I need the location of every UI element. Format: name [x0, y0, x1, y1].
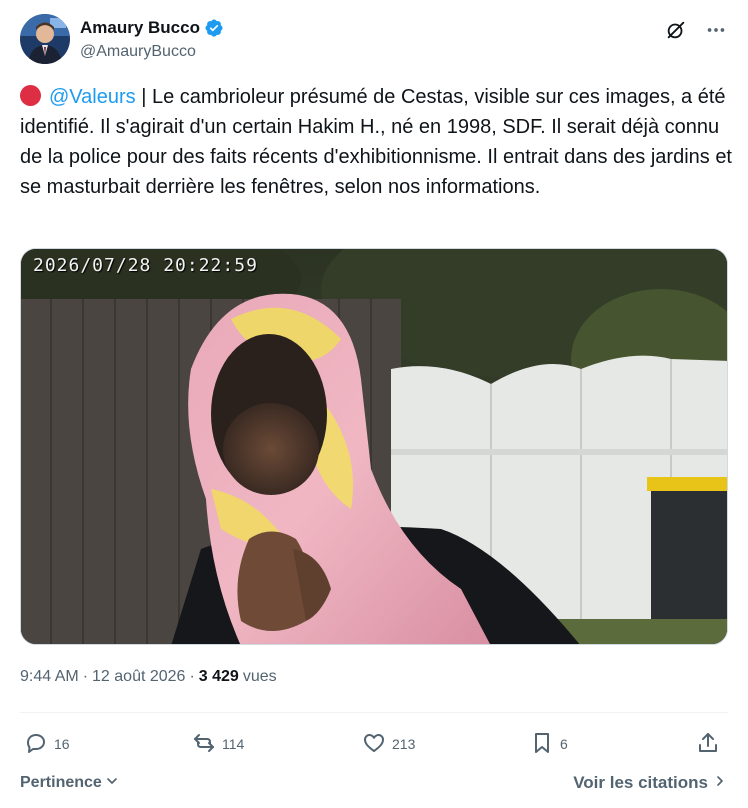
meta-separator: · — [189, 668, 195, 685]
reply-count: 16 — [54, 736, 70, 752]
verified-badge-icon — [204, 18, 224, 38]
like-count: 213 — [392, 736, 416, 752]
view-quotes-link[interactable]: Voir les citations — [573, 773, 728, 794]
like-button[interactable]: 213 — [362, 724, 415, 764]
share-button[interactable] — [696, 724, 720, 764]
red-circle-emoji — [20, 85, 41, 106]
bookmark-count: 6 — [560, 736, 568, 752]
avatar[interactable] — [20, 14, 70, 64]
share-icon — [696, 731, 720, 758]
like-icon — [362, 731, 386, 758]
repost-button[interactable]: 114 — [192, 724, 244, 764]
chevron-down-icon — [104, 773, 120, 794]
tweet-photo[interactable]: 2026/07/28 20:22:59 — [20, 248, 728, 645]
reply-button[interactable]: 16 — [24, 724, 70, 764]
tweet-header: Amaury Bucco @AmauryBucco — [20, 14, 728, 66]
tweet-meta: 9:44 AM · 12 août 2026 · 3 429 vues — [20, 668, 277, 686]
repost-icon — [192, 731, 216, 758]
mention-link[interactable]: @Valeurs — [49, 86, 136, 108]
quotes-label: Voir les citations — [573, 773, 708, 792]
tweet-date[interactable]: 12 août 2026 — [92, 668, 185, 686]
bookmark-button[interactable]: 6 — [530, 724, 568, 764]
action-bar: 16 114 213 6 — [20, 724, 728, 764]
sort-dropdown[interactable]: Pertinence — [20, 773, 120, 794]
tweet-time[interactable]: 9:44 AM — [20, 668, 79, 686]
tweet-text: @Valeurs | Le cambrioleur présumé de Ces… — [20, 82, 732, 202]
sort-label: Pertinence — [20, 774, 102, 791]
camera-timestamp: 2026/07/28 20:22:59 — [33, 255, 258, 276]
divider — [20, 712, 728, 713]
views-label: vues — [242, 668, 277, 685]
grok-icon[interactable] — [664, 18, 688, 42]
display-name[interactable]: Amaury Bucco — [80, 18, 200, 38]
chevron-right-icon — [712, 773, 728, 794]
bookmark-icon — [530, 731, 554, 758]
meta-separator: · — [82, 668, 89, 685]
replies-footer: Pertinence Voir les citations — [20, 770, 728, 796]
reply-icon — [24, 731, 48, 758]
repost-count: 114 — [222, 736, 245, 752]
handle[interactable]: @AmauryBucco — [80, 43, 224, 61]
more-icon[interactable] — [704, 18, 728, 42]
views-count: 3 429 — [198, 668, 239, 685]
